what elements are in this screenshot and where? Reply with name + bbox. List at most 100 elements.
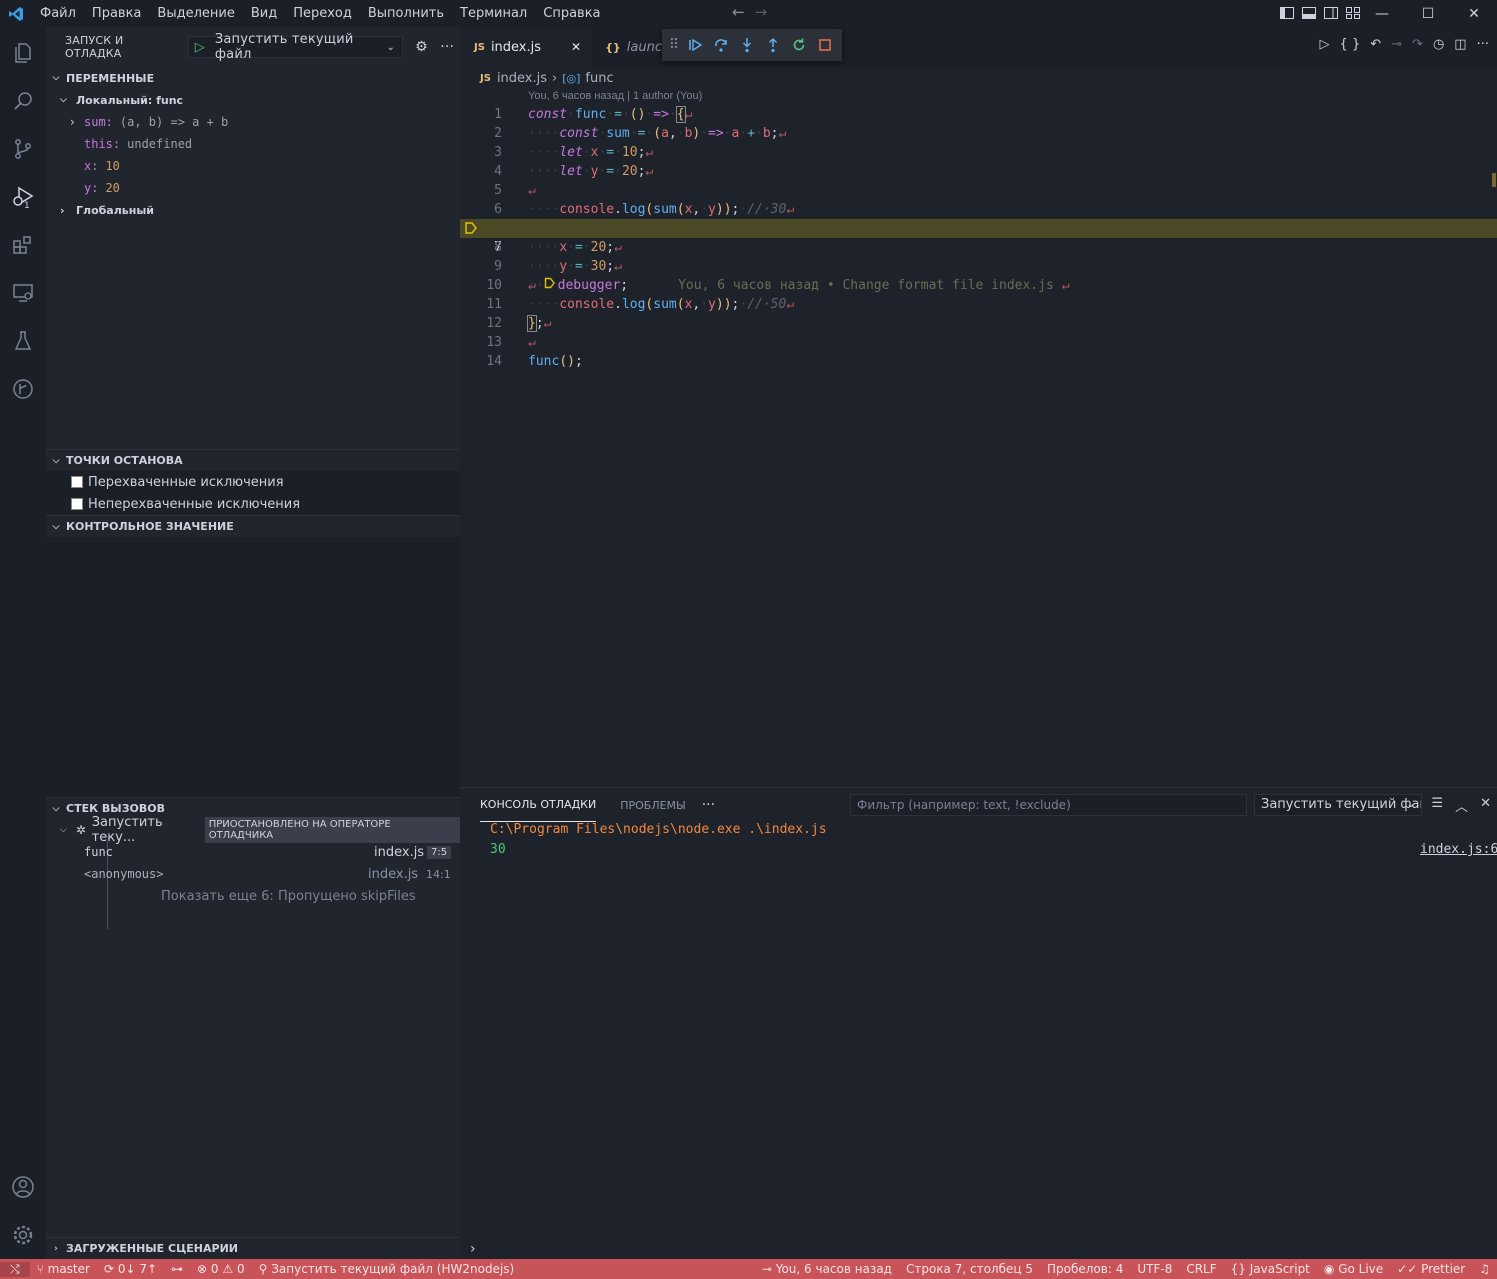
variable-row[interactable]: y: 20: [46, 177, 460, 199]
sync-indicator[interactable]: ⟳ 0↓ 7↑: [97, 1262, 164, 1276]
close-tab-icon[interactable]: ✕: [571, 40, 581, 54]
clear-console-icon[interactable]: ☰: [1431, 796, 1443, 815]
menu-file[interactable]: Файл: [32, 0, 84, 27]
console-session-select[interactable]: Запустить текущий фай ⌄: [1254, 794, 1422, 816]
variable-row[interactable]: x: 10: [46, 155, 460, 177]
menu-edit[interactable]: Правка: [84, 0, 149, 27]
caught-exceptions-checkbox[interactable]: [71, 476, 83, 488]
scope-local[interactable]: ⌵ Локальный: func: [46, 89, 460, 111]
code-editor[interactable]: You, 6 часов назад | 1 author (You) 1 con…: [460, 89, 1497, 787]
toggle-secondary-sidebar-icon[interactable]: [1323, 5, 1339, 21]
maximize-icon[interactable]: ☐: [1405, 0, 1451, 27]
toggle-panel-icon[interactable]: [1301, 5, 1317, 21]
testing-icon[interactable]: [0, 317, 46, 365]
breakpoint-item[interactable]: Перехваченные исключения: [46, 471, 460, 493]
scope-global[interactable]: › Глобальный: [46, 199, 460, 221]
settings-gear-icon[interactable]: ⚙: [409, 39, 435, 55]
close-panel-icon[interactable]: ✕: [1480, 796, 1491, 815]
step-over-icon[interactable]: [712, 36, 730, 54]
launch-config-select[interactable]: ▷ Запустить текущий файл ⌄: [187, 32, 403, 62]
notifications-bell-icon[interactable]: ♫: [1472, 1262, 1497, 1276]
stop-icon[interactable]: [816, 36, 834, 54]
more-tabs-icon[interactable]: ···: [702, 788, 715, 822]
stack-frame[interactable]: func index.js 7:5: [46, 841, 460, 863]
minimize-icon[interactable]: —: [1359, 0, 1405, 27]
variables-section-header[interactable]: ⌵ ПЕРЕМЕННЫЕ: [46, 67, 460, 89]
watch-section-header[interactable]: ⌵ КОНТРОЛЬНОЕ ЗНАЧЕНИЕ: [46, 515, 460, 537]
variable-name: x:: [84, 159, 99, 173]
maximize-panel-icon[interactable]: ︿: [1455, 796, 1468, 815]
tab-index-js[interactable]: JS index.js ✕: [460, 27, 592, 67]
editor-tabs: JS index.js ✕ {} launch.js ⠿ ▷ { } ↶ ⊸ ↷…: [460, 27, 1497, 67]
line-ending[interactable]: CRLF: [1179, 1262, 1223, 1276]
start-debug-icon[interactable]: ▷: [189, 40, 211, 55]
tab-debug-console[interactable]: КОНСОЛЬ ОТЛАДКИ: [480, 788, 597, 822]
step-into-icon[interactable]: [738, 36, 756, 54]
menu-terminal[interactable]: Терминал: [452, 0, 535, 27]
breakpoints-section-header[interactable]: ⌵ ТОЧКИ ОСТАНОВА: [46, 449, 460, 471]
restart-icon[interactable]: [790, 36, 808, 54]
debug-session-indicator[interactable]: ⚲ Запустить текущий файл (HW2nodejs): [252, 1262, 522, 1276]
forward-arrow-icon[interactable]: →: [755, 3, 768, 21]
git-next-icon[interactable]: ↷: [1412, 37, 1423, 52]
go-live-button[interactable]: ◉ Go Live: [1317, 1262, 1390, 1276]
breadcrumb-symbol[interactable]: func: [585, 71, 613, 86]
indentation[interactable]: Пробелов: 4: [1040, 1262, 1130, 1276]
code-line: 9 ····y·=·30;↵: [494, 259, 622, 274]
source-control-icon[interactable]: [0, 125, 46, 173]
scope-local-label: Локальный: func: [76, 93, 184, 107]
run-file-icon[interactable]: ▷: [1320, 37, 1330, 52]
show-more-frames[interactable]: Показать еще 6: Пропущено skipFiles: [46, 885, 460, 907]
console-input-chevron-icon[interactable]: ›: [470, 1241, 476, 1257]
encoding[interactable]: UTF-8: [1130, 1262, 1179, 1276]
git-graph-icon[interactable]: [0, 365, 46, 413]
more-actions-icon[interactable]: ···: [434, 39, 460, 55]
language-mode[interactable]: {} JavaScript: [1224, 1262, 1317, 1276]
back-arrow-icon[interactable]: ←: [732, 3, 745, 21]
continue-icon[interactable]: [686, 36, 704, 54]
debug-icon: ⚲: [258, 1262, 272, 1276]
breakpoint-item[interactable]: Неперехваченные исключения: [46, 493, 460, 515]
menu-selection[interactable]: Выделение: [149, 0, 242, 27]
menu-help[interactable]: Справка: [535, 0, 608, 27]
remote-indicator-icon[interactable]: ⤭: [0, 1261, 30, 1277]
stack-frame[interactable]: <anonymous> index.js 14:1: [46, 863, 460, 885]
extensions-icon[interactable]: [0, 221, 46, 269]
variable-row[interactable]: this: undefined: [46, 133, 460, 155]
manage-gear-icon[interactable]: [0, 1211, 46, 1259]
explorer-icon[interactable]: [0, 29, 46, 77]
toggle-sidebar-icon[interactable]: [1279, 5, 1295, 21]
split-editor-icon[interactable]: ◫: [1454, 37, 1466, 52]
tab-problems[interactable]: ПРОБЛЕМЫ: [620, 788, 686, 822]
problems-indicator[interactable]: ⊗ 0 ⚠ 0: [190, 1262, 252, 1276]
cursor-position[interactable]: Строка 7, столбец 5: [899, 1262, 1040, 1276]
close-window-icon[interactable]: ✕: [1451, 0, 1497, 27]
accounts-icon[interactable]: [0, 1163, 46, 1211]
prettier-status[interactable]: ✓✓ Prettier: [1390, 1262, 1472, 1276]
step-out-icon[interactable]: [764, 36, 782, 54]
variable-row[interactable]: › sum: (a, b) => a + b: [46, 111, 460, 133]
console-source-link[interactable]: index.js:6: [1420, 842, 1497, 857]
search-icon[interactable]: [0, 77, 46, 125]
loaded-scripts-section-header[interactable]: › ЗАГРУЖЕННЫЕ СЦЕНАРИИ: [46, 1237, 460, 1259]
remote-explorer-icon[interactable]: [0, 269, 46, 317]
drag-handle-icon[interactable]: ⠿: [669, 36, 679, 54]
branch-indicator[interactable]: ⑂ master: [30, 1262, 97, 1276]
git-previous-icon[interactable]: ↶: [1370, 37, 1381, 52]
debug-session[interactable]: ⌵ ✲ Запустить теку... ПРИОСТАНОВЛЕНО НА …: [46, 815, 460, 845]
timeline-icon[interactable]: ◷: [1433, 37, 1444, 52]
breadcrumb-file[interactable]: index.js: [497, 71, 547, 86]
console-filter-input[interactable]: Фильтр (например: text, !exclude): [850, 794, 1247, 816]
git-blame-indicator[interactable]: ⊸ You, 6 часов назад: [755, 1262, 899, 1276]
run-debug-icon[interactable]: 1: [0, 173, 46, 221]
uncaught-exceptions-checkbox[interactable]: [71, 498, 83, 510]
more-actions-icon[interactable]: ···: [1477, 37, 1489, 52]
menu-go[interactable]: Переход: [285, 0, 360, 27]
git-commit-icon[interactable]: ⊸: [1391, 37, 1402, 52]
menu-view[interactable]: Вид: [243, 0, 285, 27]
menu-run[interactable]: Выполнить: [360, 0, 452, 27]
git-graph-status-icon[interactable]: ⊶: [164, 1262, 190, 1276]
chevron-down-icon[interactable]: ⌄: [380, 42, 402, 53]
git-codelens[interactable]: You, 6 часов назад | 1 author (You): [528, 90, 702, 102]
braces-icon[interactable]: { }: [1340, 37, 1361, 52]
